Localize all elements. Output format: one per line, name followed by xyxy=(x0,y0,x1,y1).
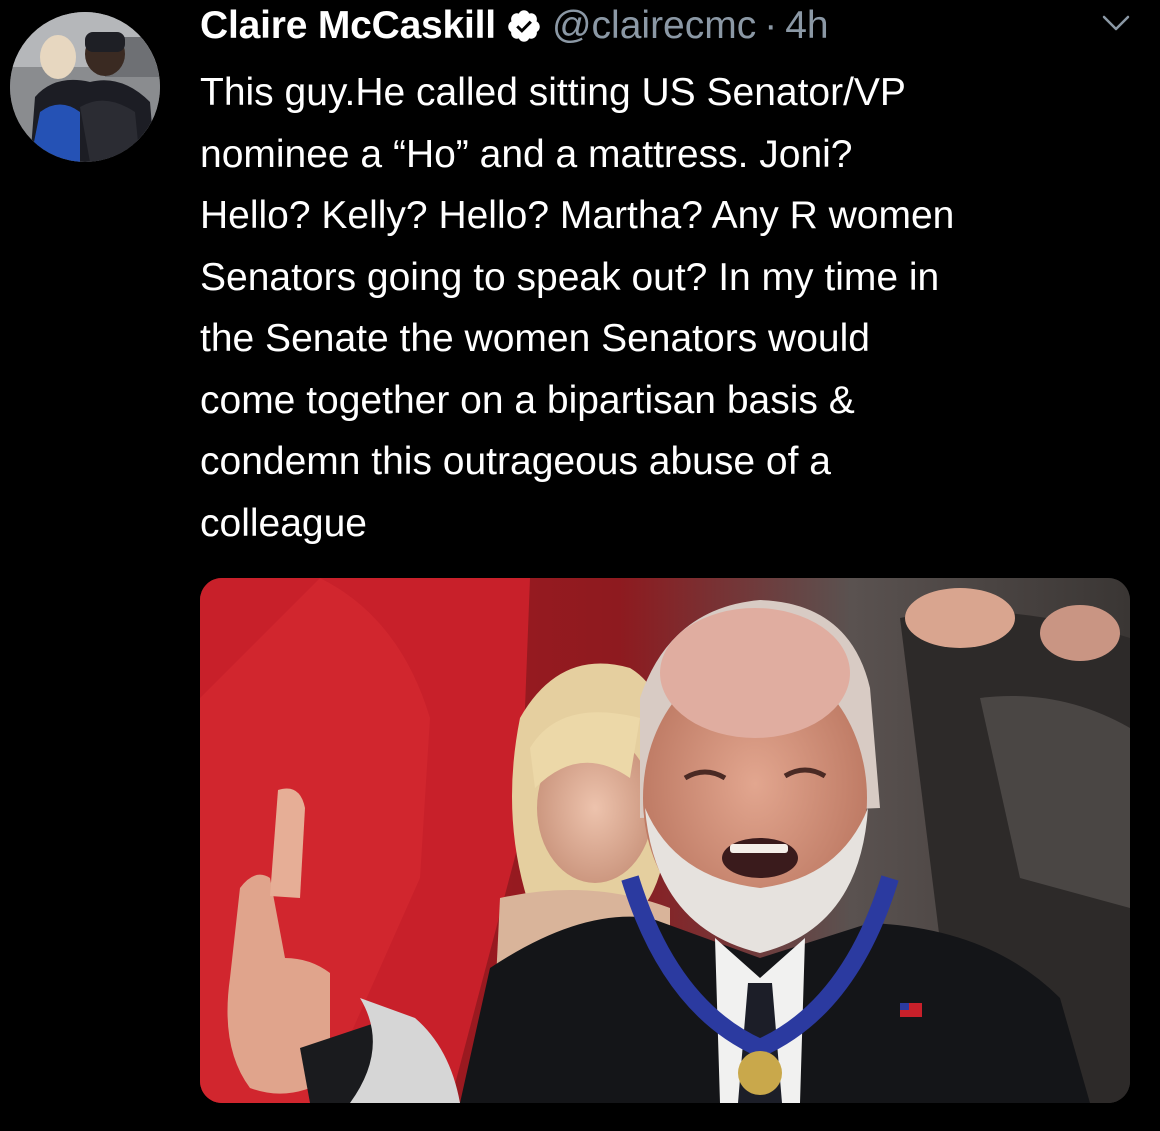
verified-badge-icon xyxy=(506,8,542,44)
photo-content xyxy=(200,578,1130,1103)
tweet-text: This guy.He called sitting US Senator/VP… xyxy=(200,71,955,545)
avatar-photo xyxy=(10,12,160,162)
author-name[interactable]: Claire McCaskill xyxy=(200,4,496,48)
tweet-timestamp[interactable]: 4h xyxy=(785,4,828,48)
header-separator: · xyxy=(764,4,778,47)
tweet-media-photo[interactable] xyxy=(200,578,1130,1103)
author-handle[interactable]: @clairecmc xyxy=(552,4,756,48)
avatar[interactable] xyxy=(10,12,160,162)
tweet-header: Claire McCaskill @clairecmc · 4h xyxy=(200,2,829,50)
tweet[interactable]: Claire McCaskill @clairecmc · 4h This gu… xyxy=(0,0,1160,1131)
chevron-down-icon[interactable] xyxy=(1096,8,1136,38)
